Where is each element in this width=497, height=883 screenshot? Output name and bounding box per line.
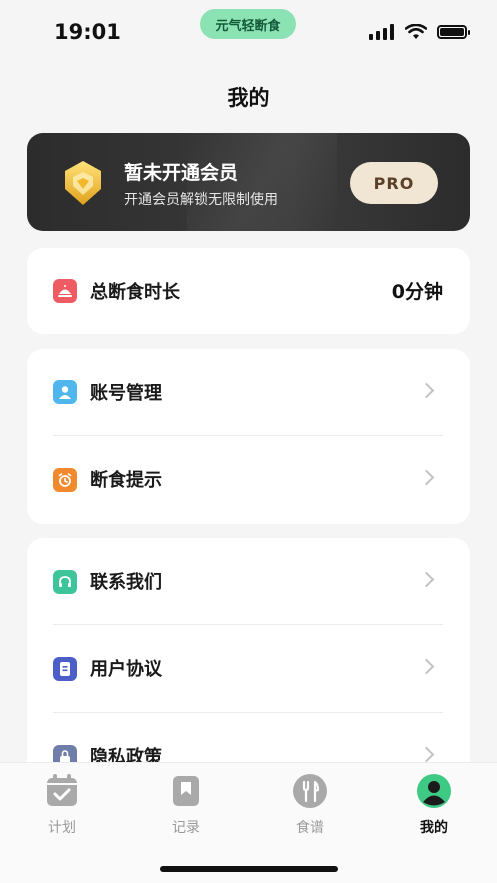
- vip-title: 暂未开通会员: [124, 162, 239, 184]
- app-name-pill[interactable]: 元气轻断食: [200, 9, 296, 39]
- tab-mine-label: 我的: [420, 820, 448, 836]
- info-card: 联系我们 用户协议 隐私政策: [27, 538, 470, 778]
- total-fasting-value: 0分钟: [391, 281, 443, 303]
- status-icons: [369, 24, 470, 40]
- vip-subtitle: 开通会员解锁无限制使用: [124, 192, 278, 208]
- tab-recipes-label: 食谱: [296, 820, 324, 836]
- battery-icon: [437, 25, 470, 39]
- total-fasting-row: 总断食时长 0分钟: [27, 248, 470, 334]
- tab-mine[interactable]: 我的: [394, 763, 474, 843]
- alarm-clock-icon: [53, 468, 77, 492]
- home-indicator: [160, 866, 338, 872]
- tab-plan[interactable]: 计划: [22, 763, 102, 843]
- crown-diamond-icon: [65, 161, 101, 205]
- chevron-right-icon: [418, 469, 435, 486]
- total-fasting-label: 总断食时长: [90, 282, 180, 303]
- user-agreement-row[interactable]: 用户协议: [27, 625, 470, 713]
- status-bar: 19:01 元气轻断食: [0, 0, 497, 66]
- chevron-right-icon: [418, 658, 435, 675]
- profile-icon: [417, 774, 451, 808]
- wifi-icon: [405, 24, 427, 39]
- chevron-right-icon: [418, 746, 435, 763]
- calendar-check-icon: [47, 774, 77, 806]
- bottom-tab-bar: 计划 记录 食谱 我的: [0, 762, 497, 883]
- account-management-row[interactable]: 账号管理: [27, 349, 470, 437]
- account-management-label: 账号管理: [90, 383, 162, 404]
- document-icon: [53, 657, 77, 681]
- page-title: 我的: [227, 86, 270, 110]
- contact-us-row[interactable]: 联系我们: [27, 538, 470, 626]
- chevron-right-icon: [418, 571, 435, 588]
- user-icon: [53, 380, 77, 404]
- tab-records[interactable]: 记录: [146, 763, 226, 843]
- bookmark-icon: [173, 776, 199, 806]
- pro-button[interactable]: PRO: [350, 162, 438, 204]
- meal-cover-icon: [53, 279, 77, 303]
- status-time: 19:01: [54, 20, 121, 44]
- user-agreement-label: 用户协议: [90, 659, 162, 680]
- chevron-right-icon: [418, 382, 435, 399]
- contact-us-label: 联系我们: [90, 572, 162, 593]
- headset-icon: [53, 570, 77, 594]
- fasting-reminder-label: 断食提示: [90, 470, 162, 491]
- tab-recipes[interactable]: 食谱: [270, 763, 350, 843]
- vip-banner[interactable]: 暂未开通会员 开通会员解锁无限制使用 PRO: [27, 133, 470, 231]
- tab-plan-label: 计划: [48, 820, 76, 836]
- fork-knife-icon: [293, 774, 327, 808]
- tab-records-label: 记录: [172, 820, 200, 836]
- cellular-signal-icon: [369, 24, 394, 40]
- settings-card: 账号管理 断食提示: [27, 349, 470, 524]
- fasting-stats-card: 总断食时长 0分钟: [27, 248, 470, 334]
- fasting-reminder-row[interactable]: 断食提示: [27, 436, 470, 524]
